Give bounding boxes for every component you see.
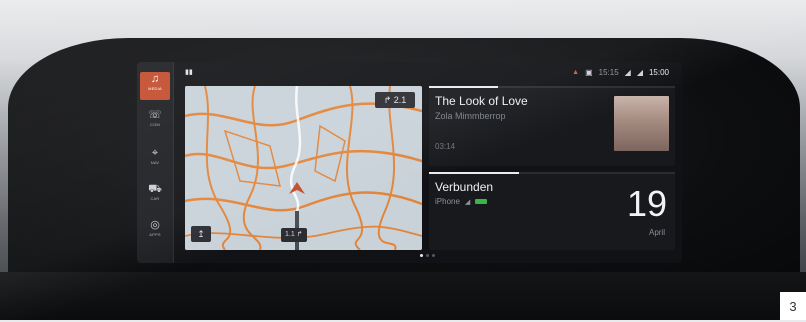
signal-strength-icon: ◢	[464, 198, 471, 206]
sidebar-item-label: MEDIA	[148, 86, 162, 91]
connection-widget[interactable]: Verbunden iPhone ◢ 19 April	[429, 172, 675, 250]
turn-distance: 2.1	[393, 95, 407, 105]
clock: 15:00	[648, 68, 669, 77]
date-month: April	[648, 228, 665, 237]
connection-strip	[429, 172, 675, 174]
sidebar-item-apps[interactable]: ◎ APPS	[140, 218, 170, 246]
device-row: iPhone ◢	[435, 197, 488, 206]
sidebar-item-nav[interactable]: ⌖ NAV	[140, 146, 170, 174]
connection-status: Verbunden	[435, 180, 494, 194]
status-bar: ▮▮ ▲ ▣ 15:15 ◢ ◢ 15:00	[177, 66, 677, 80]
map-menu-button[interactable]: ↥	[191, 226, 211, 242]
page-dot	[426, 254, 429, 257]
navigation-map[interactable]: ↱ 2.1 ↥ 1.1 ↱	[185, 86, 422, 250]
media-progress-bar	[429, 86, 675, 88]
sidebar-item-label: COM	[150, 122, 160, 127]
media-widget[interactable]: The Look of Love Zola Mimmberrop 03:14	[429, 86, 675, 166]
page-number: 3	[780, 292, 806, 320]
menu-icon: ↥	[197, 229, 205, 239]
network-icon: ◢	[636, 68, 643, 77]
turn-right-icon: ↱	[383, 95, 392, 105]
dashboard-trim	[0, 272, 806, 320]
elapsed-time: 03:14	[435, 142, 456, 151]
route-chip[interactable]: 1.1 ↱	[281, 228, 307, 242]
sidebar-item-label: APPS	[149, 232, 161, 237]
sidebar-item-label: NAV	[150, 160, 160, 165]
next-turn-badge: ↱ 2.1	[375, 92, 415, 108]
page-indicator[interactable]	[420, 254, 435, 257]
device-name: iPhone	[435, 197, 460, 206]
album-cover	[614, 96, 669, 151]
battery-icon	[475, 199, 488, 204]
apps-icon: ◎	[150, 219, 160, 231]
page-dot	[432, 254, 435, 257]
secondary-time: 15:15	[598, 68, 619, 77]
date-day: 19	[626, 183, 667, 224]
page-dot	[420, 254, 423, 257]
artist-name: Zola Mimmberrop	[435, 111, 506, 121]
connection-indicator-icon: ▮▮	[185, 69, 193, 76]
sidebar: ♫ MEDIA ☏ COM ⌖ NAV ⛟ CAR ◎ APPS	[137, 62, 174, 263]
sidebar-item-media[interactable]: ♫ MEDIA	[140, 72, 170, 100]
media-progress-fill	[429, 86, 498, 88]
warning-icon: ▲	[572, 69, 580, 76]
navigation-icon: ⌖	[151, 147, 159, 159]
car-icon: ⛟	[148, 183, 162, 195]
map-roads	[185, 86, 422, 250]
sidebar-item-com[interactable]: ☏ COM	[140, 108, 170, 136]
sidebar-item-label: CAR	[150, 196, 160, 201]
song-title: The Look of Love	[435, 94, 528, 108]
music-note-icon: ♫	[150, 73, 160, 85]
signal-icon: ◢	[624, 68, 631, 77]
infotainment-screen: ♫ MEDIA ☏ COM ⌖ NAV ⛟ CAR ◎ APPS ▮▮ ▲ ▣ …	[137, 62, 682, 263]
message-icon: ▣	[585, 68, 593, 77]
phone-icon: ☏	[148, 109, 162, 121]
sidebar-item-car[interactable]: ⛟ CAR	[140, 182, 170, 210]
